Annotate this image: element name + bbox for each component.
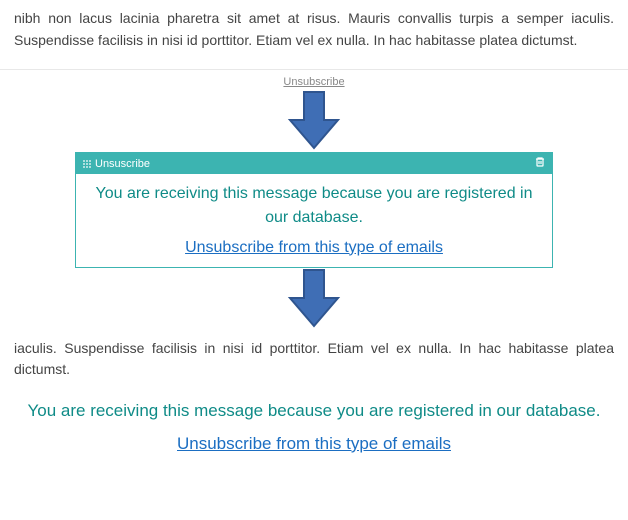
final-message: You are receiving this message because y…	[20, 399, 608, 424]
component-message: You are receiving this message because y…	[84, 182, 544, 228]
arrow-top-wrap	[0, 90, 628, 152]
final-unsubscribe-link[interactable]: Unsubscribe from this type of emails	[177, 434, 451, 453]
arrow-bottom-wrap	[0, 268, 628, 330]
intro-paragraph-2: iaculis. Suspendisse facilisis in nisi i…	[0, 330, 628, 389]
intro-paragraph-1: nibh non lacus lacinia pharetra sit amet…	[0, 0, 628, 59]
drag-handle-icon[interactable]	[82, 159, 91, 168]
divider	[0, 69, 628, 70]
component-title: Unsuscribe	[95, 158, 534, 170]
unsubscribe-component: Unsuscribe You are receiving this messag…	[75, 152, 553, 267]
final-rendered-block: You are receiving this message because y…	[0, 389, 628, 468]
trash-icon[interactable]	[534, 156, 546, 171]
unsubscribe-small-link[interactable]: Unsubscribe	[0, 76, 628, 88]
component-header[interactable]: Unsuscribe	[76, 153, 552, 174]
arrow-down-icon	[284, 268, 344, 330]
component-unsubscribe-link[interactable]: Unsubscribe from this type of emails	[185, 239, 443, 256]
arrow-down-icon	[284, 90, 344, 152]
component-body: You are receiving this message because y…	[76, 174, 552, 266]
